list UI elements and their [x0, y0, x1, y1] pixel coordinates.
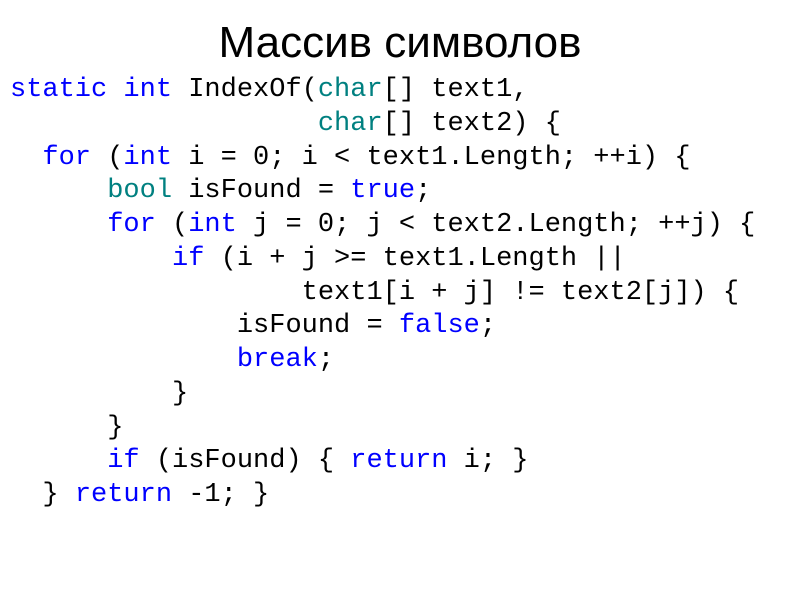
- slide-title: Массив символов: [0, 18, 800, 68]
- type-char: char: [318, 109, 383, 139]
- kw-int: int: [123, 75, 172, 105]
- indent: [10, 379, 172, 409]
- kw-for: for: [42, 143, 91, 173]
- close-brace: }: [42, 480, 74, 510]
- type-bool: bool: [107, 176, 172, 206]
- for-cond: j = 0; j < text2.Length; ++j) {: [237, 210, 755, 240]
- for-cond: i = 0; i < text1.Length; ++i) {: [172, 143, 690, 173]
- semicolon: ;: [480, 311, 496, 341]
- kw-false: false: [399, 311, 480, 341]
- semicolon: ;: [318, 345, 334, 375]
- return-rest: i; }: [447, 446, 528, 476]
- close-brace: }: [107, 413, 123, 443]
- kw-if: if: [107, 446, 139, 476]
- slide: Массив символов static int IndexOf(char[…: [0, 0, 800, 600]
- indent: [10, 345, 237, 375]
- indent: [10, 480, 42, 510]
- kw-for: for: [107, 210, 156, 240]
- indent: [10, 109, 318, 139]
- indent: [10, 413, 107, 443]
- return-rest: -1; }: [172, 480, 269, 510]
- for-open: (: [156, 210, 188, 240]
- sig-rest: [] text1,: [383, 75, 529, 105]
- kw-return: return: [350, 446, 447, 476]
- if-open: (isFound) {: [140, 446, 351, 476]
- indent: [10, 311, 237, 341]
- sig-rest: [] text2) {: [383, 109, 561, 139]
- assign: isFound =: [237, 311, 399, 341]
- indent: [10, 210, 107, 240]
- indent: [10, 143, 42, 173]
- close-brace: }: [172, 379, 188, 409]
- indent: [10, 446, 107, 476]
- semicolon: ;: [415, 176, 431, 206]
- kw-true: true: [350, 176, 415, 206]
- kw-if: if: [172, 244, 204, 274]
- kw-break: break: [237, 345, 318, 375]
- indent: [10, 278, 302, 308]
- if-cond: (i + j >= text1.Length ||: [204, 244, 625, 274]
- kw-int: int: [188, 210, 237, 240]
- indent: [10, 176, 107, 206]
- indent: [10, 244, 172, 274]
- kw-int: int: [123, 143, 172, 173]
- if-cond: text1[i + j] != text2[j]) {: [302, 278, 739, 308]
- code-block: static int IndexOf(char[] text1, char[] …: [0, 74, 800, 513]
- for-open: (: [91, 143, 123, 173]
- decl-mid: isFound =: [172, 176, 350, 206]
- kw-static: static: [10, 75, 107, 105]
- fn-name: IndexOf(: [172, 75, 318, 105]
- kw-return: return: [75, 480, 172, 510]
- type-char: char: [318, 75, 383, 105]
